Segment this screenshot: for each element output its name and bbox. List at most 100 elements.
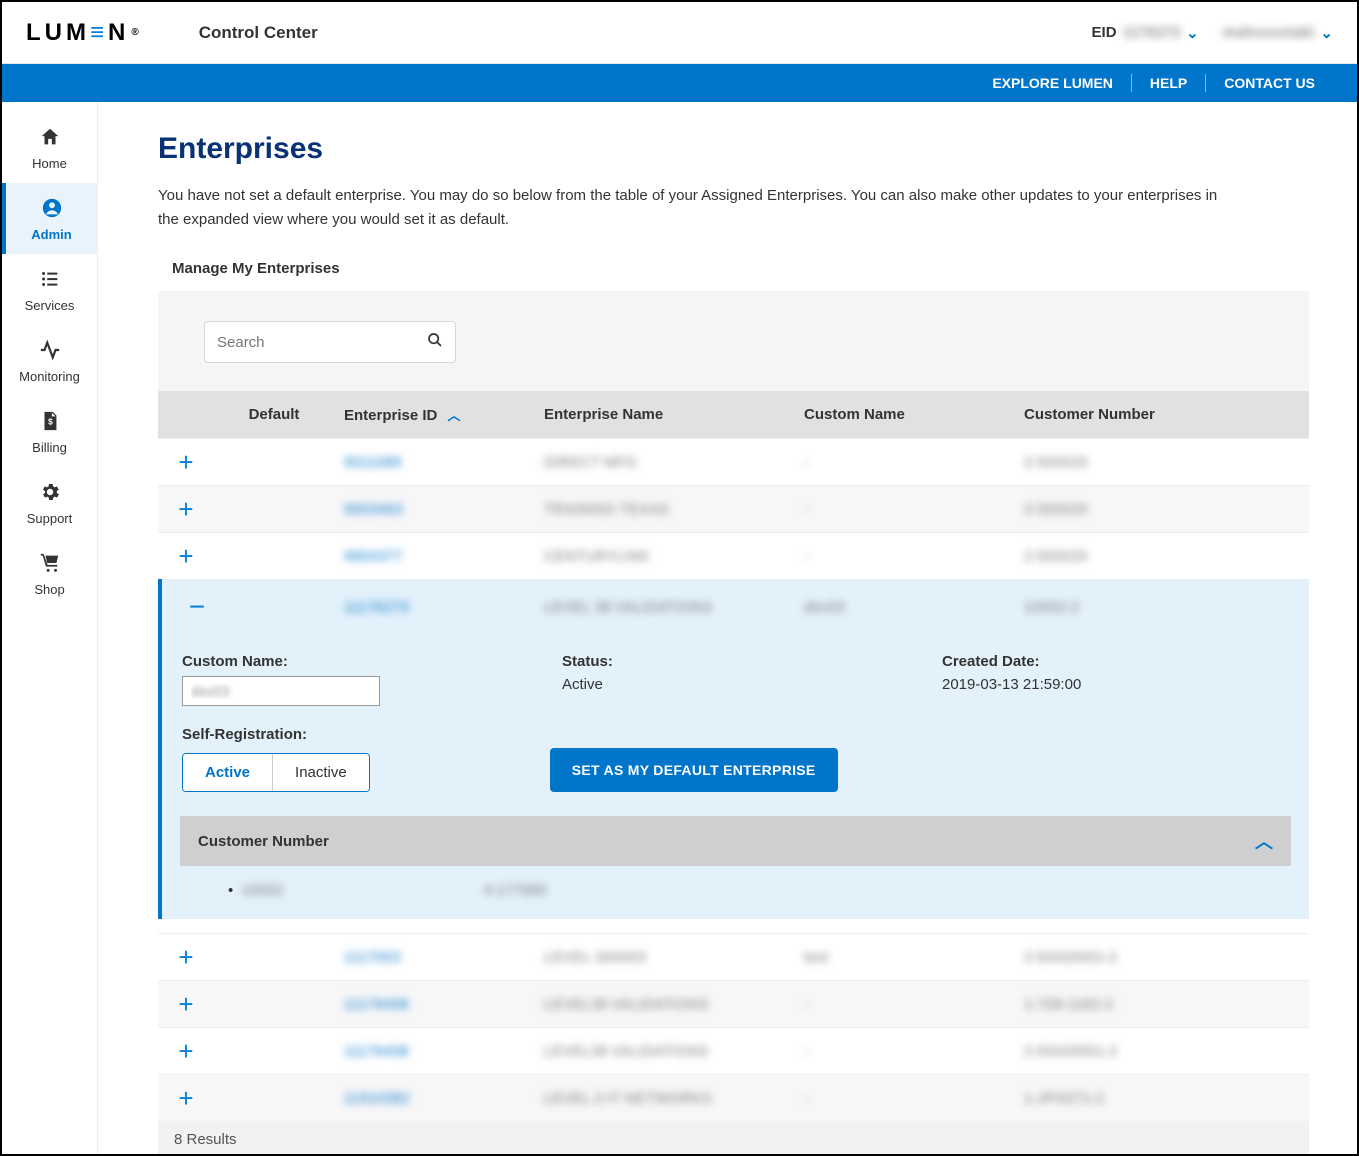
enterprises-panel: Default Enterprise ID ︿ Enterprise Name … bbox=[158, 291, 1309, 1154]
expand-row-button[interactable]: + bbox=[168, 449, 204, 475]
col-enterprise-id-label: Enterprise ID bbox=[344, 407, 437, 424]
cell-enterprise-id[interactable]: 11176408 bbox=[344, 1043, 409, 1060]
status-value: Active bbox=[562, 676, 922, 693]
col-enterprise-name[interactable]: Enterprise Name bbox=[534, 391, 794, 439]
cell-custom-name: - bbox=[804, 501, 809, 518]
sidebar-item-label: Shop bbox=[34, 582, 64, 597]
sidebar-item-support[interactable]: Support bbox=[2, 467, 97, 538]
col-custom-name[interactable]: Custom Name bbox=[794, 391, 1014, 439]
table-row: + 9011089 DIRECT MFG - 2-500029 bbox=[158, 439, 1309, 486]
results-count: 8 Results bbox=[158, 1121, 1309, 1154]
activity-icon bbox=[39, 339, 61, 365]
sidebar: Home Admin Services Monitoring $ Billing bbox=[2, 102, 98, 1154]
cell-custom-name: dev03 bbox=[804, 599, 845, 616]
customer-number-body: • 10002 4-177980 bbox=[180, 866, 1291, 919]
list-icon bbox=[39, 268, 61, 294]
section-heading: Manage My Enterprises bbox=[172, 260, 1309, 277]
cell-custom-name: test bbox=[804, 949, 828, 966]
cell-custom-name: - bbox=[804, 1090, 809, 1107]
customer-number-accordion-header[interactable]: Customer Number ︿ bbox=[180, 816, 1291, 866]
user-circle-icon bbox=[41, 197, 63, 223]
cell-customer-number: 2-50420001-2 bbox=[1024, 949, 1117, 966]
cell-enterprise-name: LEVEL-300003 bbox=[544, 949, 646, 966]
cell-customer-number: 1-JPH271-2 bbox=[1024, 1090, 1104, 1107]
status-label: Status: bbox=[562, 653, 922, 670]
sidebar-item-label: Home bbox=[32, 156, 67, 171]
table-row: + 9903463 TRAINING TEXAS - 2-500029 bbox=[158, 486, 1309, 533]
cell-enterprise-id[interactable]: 1117003 bbox=[344, 949, 400, 966]
col-enterprise-id[interactable]: Enterprise ID ︿ bbox=[334, 391, 534, 439]
sidebar-item-shop[interactable]: Shop bbox=[2, 538, 97, 609]
search-input[interactable] bbox=[217, 334, 427, 351]
cell-enterprise-name: LEVEL38 VALIDATIONS bbox=[544, 1043, 709, 1060]
toggle-inactive[interactable]: Inactive bbox=[272, 754, 369, 791]
sidebar-item-label: Monitoring bbox=[19, 369, 80, 384]
sidebar-item-services[interactable]: Services bbox=[2, 254, 97, 325]
nav-explore-lumen[interactable]: EXPLORE LUMEN bbox=[974, 74, 1131, 92]
cell-enterprise-name: LEVEL 2-IT NETWORKS bbox=[544, 1090, 712, 1107]
enterprises-table: Default Enterprise ID ︿ Enterprise Name … bbox=[158, 391, 1309, 1121]
global-nav-bar: EXPLORE LUMEN HELP CONTACT US bbox=[2, 64, 1357, 102]
sort-asc-icon: ︿ bbox=[448, 408, 461, 423]
collapse-row-button[interactable]: − bbox=[180, 591, 214, 623]
gear-icon bbox=[39, 481, 61, 507]
col-default[interactable]: Default bbox=[214, 391, 334, 439]
sidebar-item-monitoring[interactable]: Monitoring bbox=[2, 325, 97, 396]
svg-text:$: $ bbox=[48, 418, 53, 427]
cell-enterprise-name: DIRECT MFG bbox=[544, 454, 637, 471]
expand-row-button[interactable]: + bbox=[168, 991, 204, 1017]
sidebar-item-billing[interactable]: $ Billing bbox=[2, 396, 97, 467]
cell-customer-number: 2-50420001-2 bbox=[1024, 1043, 1117, 1060]
search-icon[interactable] bbox=[427, 332, 443, 353]
eid-label: EID bbox=[1092, 24, 1117, 41]
eid-dropdown[interactable]: EID 1176273 ⌄ bbox=[1092, 24, 1199, 42]
sidebar-item-home[interactable]: Home bbox=[2, 112, 97, 183]
cell-enterprise-name: CENTURYLINK bbox=[544, 548, 650, 565]
sidebar-item-label: Services bbox=[25, 298, 75, 313]
top-bar: LUM≡N® Control Center EID 1176273 ⌄ maho… bbox=[2, 2, 1357, 64]
cell-customer-number: 2-500029 bbox=[1024, 548, 1087, 565]
user-dropdown[interactable]: mahousstaki ⌄ bbox=[1223, 24, 1333, 42]
expand-row-button[interactable]: + bbox=[168, 944, 204, 970]
table-row: + 1117003 LEVEL-300003 test 2-50420001-2 bbox=[158, 934, 1309, 981]
toggle-active[interactable]: Active bbox=[183, 754, 272, 791]
cart-icon bbox=[39, 552, 61, 578]
created-date-label: Created Date: bbox=[942, 653, 1289, 670]
table-row: + 11910382 LEVEL 2-IT NETWORKS - 1-JPH27… bbox=[158, 1075, 1309, 1122]
cell-enterprise-id[interactable]: 11176408 bbox=[344, 996, 409, 1013]
chevron-down-icon: ⌄ bbox=[1320, 24, 1333, 42]
main-content: Enterprises You have not set a default e… bbox=[98, 102, 1357, 1154]
home-icon bbox=[39, 126, 61, 152]
created-date-value: 2019-03-13 21:59:00 bbox=[942, 676, 1289, 693]
expand-row-button[interactable]: + bbox=[168, 543, 204, 569]
sidebar-item-label: Billing bbox=[32, 440, 67, 455]
customer-number-heading: Customer Number bbox=[198, 833, 329, 850]
col-customer-number[interactable]: Customer Number bbox=[1014, 391, 1309, 439]
customer-number-row: • 10002 4-177980 bbox=[228, 882, 1281, 899]
table-row: + 9904377 CENTURYLINK - 2-500029 bbox=[158, 533, 1309, 580]
chevron-down-icon: ⌄ bbox=[1186, 24, 1199, 42]
chevron-up-icon: ︿ bbox=[1255, 828, 1273, 854]
cell-enterprise-id[interactable]: 11176273 bbox=[344, 599, 409, 616]
sidebar-item-admin[interactable]: Admin bbox=[2, 183, 97, 254]
table-row: + 11176408 LEVEL38 VALIDATIONS - 2-50420… bbox=[158, 1028, 1309, 1075]
page-title: Enterprises bbox=[158, 132, 1309, 166]
cell-customer-number: 10002-2 bbox=[1024, 599, 1079, 616]
nav-help[interactable]: HELP bbox=[1131, 74, 1205, 92]
cell-custom-name: - bbox=[804, 548, 809, 565]
cell-enterprise-id[interactable]: 9904377 bbox=[344, 548, 402, 565]
nav-contact-us[interactable]: CONTACT US bbox=[1205, 74, 1333, 92]
expand-row-button[interactable]: + bbox=[168, 1038, 204, 1064]
col-expand bbox=[158, 391, 214, 439]
cell-enterprise-name: LEVEL38 VALIDATIONS bbox=[544, 996, 709, 1013]
cell-enterprise-id[interactable]: 9903463 bbox=[344, 501, 402, 518]
cell-custom-name: - bbox=[804, 454, 809, 471]
set-default-enterprise-button[interactable]: SET AS MY DEFAULT ENTERPRISE bbox=[550, 748, 838, 792]
expand-row-button[interactable]: + bbox=[168, 1085, 204, 1111]
custom-name-label: Custom Name: bbox=[182, 653, 542, 670]
cell-enterprise-name: TRAINING TEXAS bbox=[544, 501, 669, 518]
cell-enterprise-id[interactable]: 9011089 bbox=[344, 454, 401, 471]
cell-enterprise-id[interactable]: 11910382 bbox=[344, 1090, 410, 1107]
custom-name-input[interactable] bbox=[182, 676, 380, 706]
expand-row-button[interactable]: + bbox=[168, 496, 204, 522]
